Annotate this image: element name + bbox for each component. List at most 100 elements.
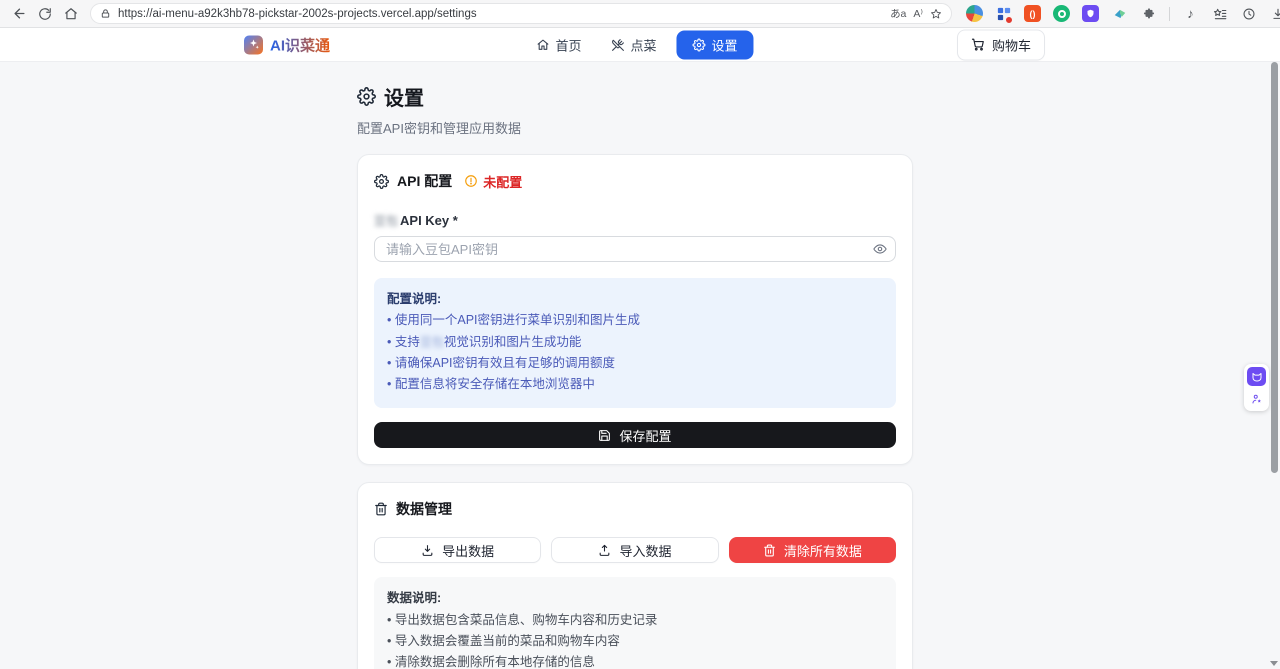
browser-toolbar: https://ai-menu-a92k3hb78-pickstar-2002s… <box>0 0 1280 28</box>
save-icon <box>598 429 611 442</box>
config-note-4: 配置信息将安全存储在本地浏览器中 <box>387 374 883 395</box>
extensions-area: () ♪ ··· <box>966 5 1280 23</box>
trash-icon <box>374 502 388 516</box>
history-icon[interactable] <box>1240 5 1257 22</box>
data-note-1: 导出数据包含菜品信息、购物车内容和历史记录 <box>387 610 883 631</box>
status-text: 未配置 <box>483 172 522 191</box>
cart-button[interactable]: 购物车 <box>957 29 1045 60</box>
config-note-3: 请确保API密钥有效且有足够的调用额度 <box>387 353 883 374</box>
page-subtitle: 配置API密钥和管理应用数据 <box>357 118 913 137</box>
data-note-2: 导入数据会覆盖当前的菜品和购物车内容 <box>387 631 883 652</box>
extension-badge <box>1005 16 1013 24</box>
scrollbar-down-arrow[interactable] <box>1270 661 1278 666</box>
scrollbar[interactable] <box>1269 62 1280 669</box>
toggle-visibility-button[interactable] <box>873 242 887 256</box>
api-card-header: API 配置 未配置 <box>374 171 896 191</box>
clear-all-data-button[interactable]: 清除所有数据 <box>729 537 896 563</box>
floating-extension-widget <box>1244 364 1269 411</box>
export-icon <box>421 544 434 557</box>
data-card-header: 数据管理 <box>374 499 896 519</box>
main-nav: 首页 点菜 设置 <box>526 30 753 59</box>
status-badge: 未配置 <box>464 172 522 191</box>
nav-item-home[interactable]: 首页 <box>526 30 591 59</box>
translate-extension-button[interactable] <box>1247 367 1266 386</box>
alert-circle-icon <box>464 174 478 188</box>
home-icon <box>64 7 78 21</box>
refresh-button[interactable] <box>34 3 56 25</box>
gear-icon <box>693 38 706 51</box>
nav-item-order[interactable]: 点菜 <box>601 30 666 59</box>
redacted-text: 豆包 <box>420 335 444 349</box>
assistant-extension-button[interactable] <box>1247 389 1266 408</box>
browser-essentials-icon[interactable]: ♪ <box>1182 5 1199 22</box>
import-data-label: 导入数据 <box>619 541 671 560</box>
sparkles-icon <box>244 35 263 54</box>
config-note-2: 支持豆包视觉识别和图片生成功能 <box>387 332 883 353</box>
data-note-3: 清除数据会删除所有本地存储的信息 <box>387 652 883 669</box>
extension-purple-shield-icon[interactable] <box>1082 5 1099 22</box>
scrollbar-thumb[interactable] <box>1271 62 1278 473</box>
back-icon <box>12 6 27 21</box>
export-data-button[interactable]: 导出数据 <box>374 537 541 563</box>
lock-icon[interactable] <box>100 8 111 19</box>
nav-order-label: 点菜 <box>630 35 656 54</box>
home-icon <box>536 38 549 51</box>
data-card-title: 数据管理 <box>396 499 452 519</box>
api-key-label-text: API Key * <box>400 213 458 228</box>
main-content: 设置 配置API密钥和管理应用数据 API 配置 未配置 豆包 API Key … <box>0 62 1280 669</box>
extension-grid-icon[interactable] <box>995 5 1012 22</box>
nav-item-settings[interactable]: 设置 <box>677 30 754 59</box>
cat-face-icon <box>1251 371 1263 383</box>
extension-beachball-icon[interactable] <box>966 5 983 22</box>
read-aloud-icon[interactable]: A⁾ <box>913 8 923 20</box>
brand-name: AI识菜通 <box>270 34 330 55</box>
data-notes: 数据说明: 导出数据包含菜品信息、购物车内容和历史记录 导入数据会覆盖当前的菜品… <box>374 577 896 669</box>
downloads-icon[interactable] <box>1269 5 1280 22</box>
screen: https://ai-menu-a92k3hb78-pickstar-2002s… <box>0 0 1280 669</box>
back-button[interactable] <box>8 3 30 25</box>
export-data-label: 导出数据 <box>442 541 494 560</box>
eye-icon <box>873 242 887 256</box>
gear-icon <box>357 87 376 106</box>
import-data-button[interactable]: 导入数据 <box>551 537 718 563</box>
api-config-card: API 配置 未配置 豆包 API Key * <box>357 154 913 465</box>
extension-green-icon[interactable] <box>1053 5 1070 22</box>
toolbar-divider <box>1169 7 1170 21</box>
data-actions: 导出数据 导入数据 清除所有数据 <box>374 537 896 563</box>
home-button[interactable] <box>60 3 82 25</box>
api-card-title: API 配置 <box>397 171 452 191</box>
nav-home-label: 首页 <box>555 35 581 54</box>
save-config-label: 保存配置 <box>619 426 671 445</box>
redacted-text: 豆包 <box>374 212 398 229</box>
address-bar[interactable]: https://ai-menu-a92k3hb78-pickstar-2002s… <box>90 3 952 24</box>
collections-icon[interactable] <box>1211 5 1228 22</box>
assistant-icon <box>1251 393 1263 405</box>
save-config-button[interactable]: 保存配置 <box>374 422 896 448</box>
extensions-puzzle-icon[interactable] <box>1140 5 1157 22</box>
config-notes-title: 配置说明: <box>387 292 441 306</box>
translate-icon[interactable]: あa <box>890 6 906 21</box>
utensils-icon <box>611 38 624 51</box>
extension-crane-icon[interactable] <box>1111 5 1128 22</box>
api-key-label: 豆包 API Key * <box>374 212 896 229</box>
data-management-card: 数据管理 导出数据 导入数据 清除所有数据 <box>357 482 913 669</box>
config-note-1: 使用同一个API密钥进行菜单识别和图片生成 <box>387 310 883 331</box>
page-title: 设置 <box>357 82 913 111</box>
api-key-field-wrap <box>374 236 896 262</box>
config-notes: 配置说明: 使用同一个API密钥进行菜单识别和图片生成 支持豆包视觉识别和图片生… <box>374 278 896 408</box>
cart-icon <box>971 38 985 52</box>
extension-orange-icon[interactable]: () <box>1024 5 1041 22</box>
api-key-input[interactable] <box>374 236 896 262</box>
cart-label: 购物车 <box>992 35 1031 54</box>
nav-settings-label: 设置 <box>712 35 738 54</box>
import-icon <box>598 544 611 557</box>
brand-logo[interactable]: AI识菜通 <box>244 34 330 55</box>
favorite-star-icon[interactable] <box>930 8 942 20</box>
refresh-icon <box>38 7 52 21</box>
site-header: AI识菜通 首页 点菜 设置 购物车 <box>0 28 1280 62</box>
data-notes-title: 数据说明: <box>387 591 441 605</box>
page-title-text: 设置 <box>384 82 424 111</box>
clear-all-data-label: 清除所有数据 <box>784 541 862 560</box>
url-text[interactable]: https://ai-menu-a92k3hb78-pickstar-2002s… <box>118 8 883 20</box>
trash-icon <box>763 544 776 557</box>
